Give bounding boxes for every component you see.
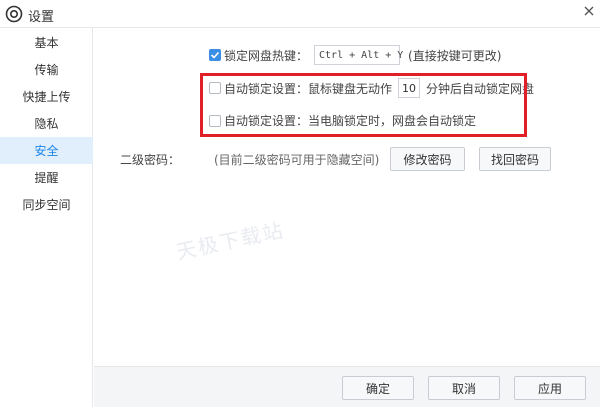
checkmark-icon bbox=[210, 51, 220, 59]
second-password-label-row: 二级密码： bbox=[120, 151, 180, 168]
title-bar: 设置 bbox=[0, 0, 600, 28]
recover-password-button[interactable]: 找回密码 bbox=[479, 147, 551, 171]
hotkey-checkbox[interactable] bbox=[209, 49, 221, 61]
sidebar: 基本 传输 快捷上传 隐私 安全 提醒 同步空间 bbox=[0, 28, 93, 407]
sidebar-item-reminder[interactable]: 提醒 bbox=[0, 164, 93, 191]
hotkey-row: 锁定网盘热键： Ctrl + Alt + Y (直接按键可更改) bbox=[209, 45, 501, 65]
close-button[interactable] bbox=[578, 0, 600, 22]
sidebar-item-privacy[interactable]: 隐私 bbox=[0, 110, 93, 137]
cancel-button[interactable]: 取消 bbox=[428, 376, 500, 400]
sidebar-item-transfer[interactable]: 传输 bbox=[0, 56, 93, 83]
security-panel: 锁定网盘热键： Ctrl + Alt + Y (直接按键可更改) 自动锁定设置：… bbox=[94, 28, 600, 366]
window-title: 设置 bbox=[28, 10, 55, 25]
sidebar-item-sync-space[interactable]: 同步空间 bbox=[0, 191, 93, 218]
hotkey-input[interactable]: Ctrl + Alt + Y bbox=[314, 45, 403, 65]
footer-bar: 确定 取消 应用 bbox=[94, 366, 600, 407]
second-password-hint: (目前二级密码可用于隐藏空间) bbox=[214, 153, 380, 167]
settings-window: 设置 基本 传输 快捷上传 隐私 安全 提醒 同步空间 锁定网盘热键： Ctrl… bbox=[0, 0, 600, 407]
auto-lock-idle-row: 自动锁定设置：鼠标键盘无动作 10 分钟后自动锁定网盘 bbox=[209, 78, 534, 98]
close-icon bbox=[584, 6, 594, 16]
auto-lock-idle-label: 自动锁定设置：鼠标键盘无动作 bbox=[224, 81, 393, 96]
apply-button[interactable]: 应用 bbox=[514, 376, 586, 400]
sidebar-item-basic[interactable]: 基本 bbox=[0, 29, 93, 56]
auto-lock-idle-suffix: 分钟后自动锁定网盘 bbox=[426, 81, 535, 96]
auto-lock-pc-row: 自动锁定设置：当电脑锁定时，网盘会自动锁定 bbox=[209, 112, 476, 129]
second-password-label: 二级密码： bbox=[120, 153, 181, 167]
hotkey-hint: (直接按键可更改) bbox=[408, 48, 502, 63]
ok-button[interactable]: 确定 bbox=[342, 376, 414, 400]
idle-minutes-input[interactable]: 10 bbox=[398, 78, 421, 98]
hotkey-label: 锁定网盘热键： bbox=[224, 48, 309, 63]
auto-lock-idle-checkbox[interactable] bbox=[209, 82, 221, 94]
sidebar-item-quick-upload[interactable]: 快捷上传 bbox=[0, 83, 93, 110]
sidebar-item-security[interactable]: 安全 bbox=[0, 137, 93, 164]
second-password-hint-row: (目前二级密码可用于隐藏空间) bbox=[214, 151, 379, 168]
auto-lock-pc-checkbox[interactable] bbox=[209, 114, 221, 127]
auto-lock-pc-label: 自动锁定设置：当电脑锁定时，网盘会自动锁定 bbox=[224, 114, 477, 128]
change-password-button[interactable]: 修改密码 bbox=[390, 147, 465, 171]
settings-logo-icon bbox=[5, 5, 23, 23]
